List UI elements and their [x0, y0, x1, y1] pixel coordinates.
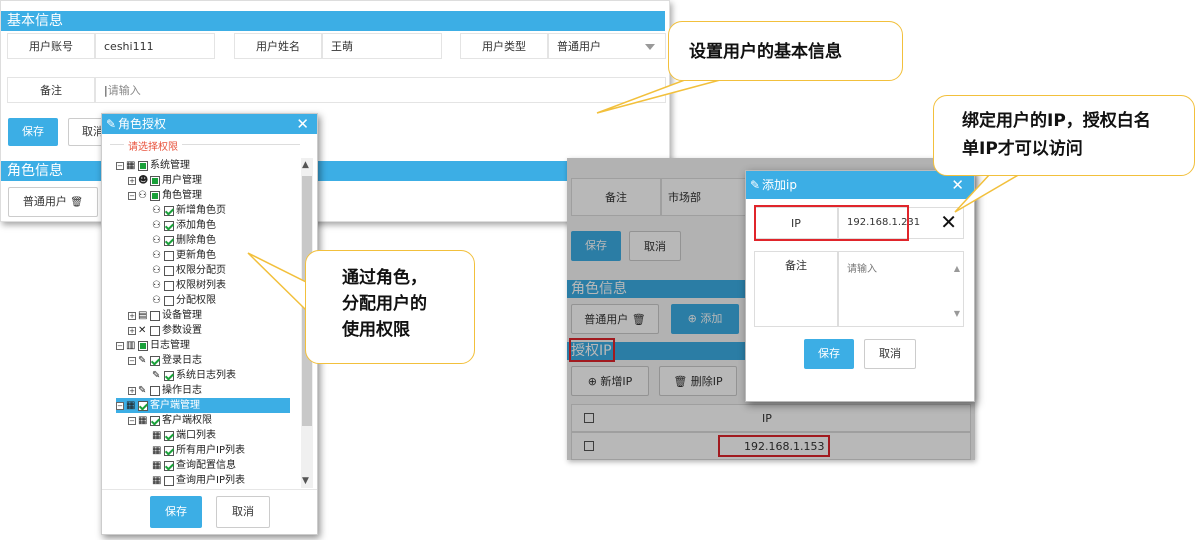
callout-role-line2: 分配用户的: [342, 294, 427, 314]
callout-ip-pointer: [954, 173, 1023, 213]
callout-role-line1: 通过角色，: [342, 268, 427, 288]
callout-role-pointer: [247, 252, 307, 312]
callout-pointers: [247, 77, 1023, 312]
callout-basic-pointer: [596, 77, 721, 114]
callout-role-line3: 使用权限: [342, 320, 410, 340]
callout-ip-line2: 单IP才可以访问: [962, 139, 1083, 159]
callout-ip: 绑定用户的IP，授权白名 单IP才可以访问: [933, 95, 1195, 176]
callout-role: 通过角色， 分配用户的 使用权限: [305, 250, 475, 364]
callout-basic-info: 设置用户的基本信息: [668, 21, 903, 81]
callout-ip-line1: 绑定用户的IP，授权白名: [962, 111, 1151, 131]
